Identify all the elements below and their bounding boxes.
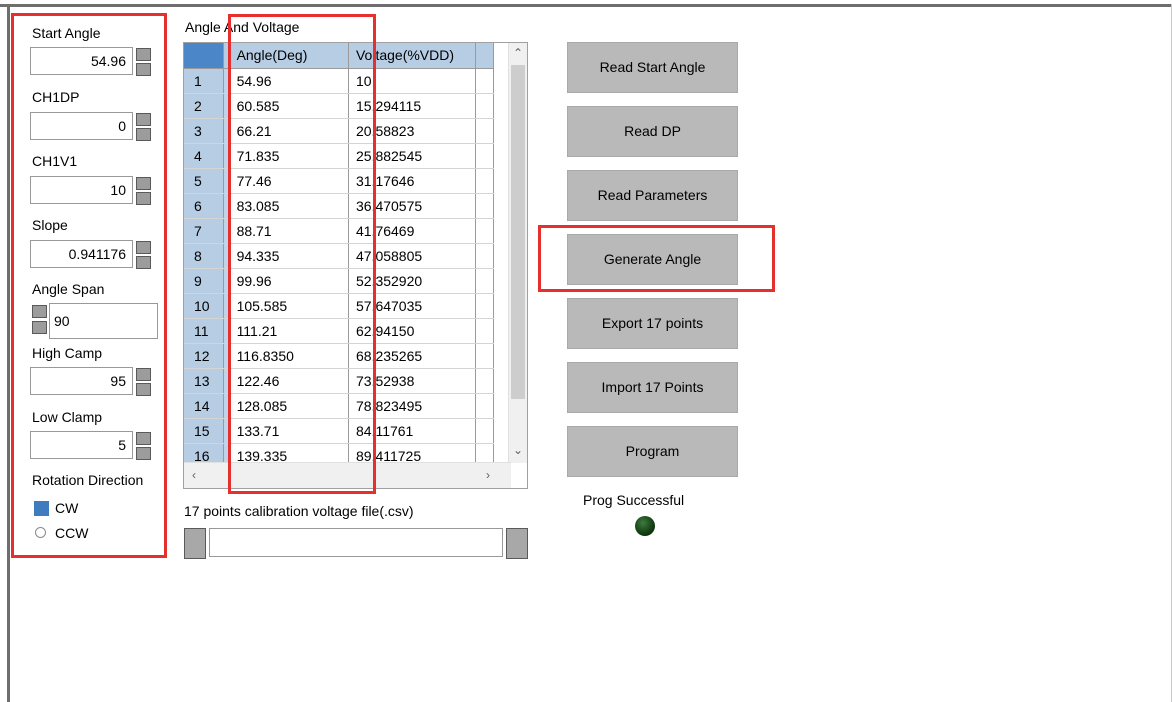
- filler-cell: [475, 368, 494, 394]
- row-header[interactable]: 10: [184, 293, 225, 319]
- status-led-icon: [635, 516, 655, 536]
- row-header[interactable]: 1: [184, 68, 225, 94]
- scroll-left-icon[interactable]: ‹: [192, 468, 196, 482]
- row-header[interactable]: 8: [184, 243, 225, 269]
- filler-cell: [475, 418, 494, 444]
- row-header[interactable]: 13: [184, 368, 225, 394]
- window-top-border: [0, 4, 1172, 7]
- row-header[interactable]: 4: [184, 143, 225, 169]
- filler-cell: [475, 193, 494, 219]
- scroll-down-icon[interactable]: ⌄: [513, 443, 523, 457]
- csv-file-path-input[interactable]: [209, 528, 503, 557]
- filler-cell: [475, 293, 494, 319]
- row-header[interactable]: 11: [184, 318, 225, 344]
- csv-browse-right-button[interactable]: [506, 528, 528, 559]
- angle-column-highlight-box: [228, 14, 376, 494]
- filler-cell: [475, 343, 494, 369]
- program-status-text: Prog Successful: [583, 492, 685, 508]
- import-17-points-button[interactable]: Import 17 Points: [567, 362, 738, 413]
- row-header[interactable]: 2: [184, 93, 225, 119]
- row-header[interactable]: 16: [184, 443, 225, 463]
- filler-cell: [475, 393, 494, 419]
- generate-angle-highlight-box: [538, 225, 775, 292]
- read-dp-button[interactable]: Read DP: [567, 106, 738, 157]
- table-corner[interactable]: [184, 43, 225, 69]
- filler-cell: [475, 93, 494, 119]
- filler-cell: [475, 68, 494, 94]
- read-parameters-button[interactable]: Read Parameters: [567, 170, 738, 221]
- row-header[interactable]: 6: [184, 193, 225, 219]
- row-header[interactable]: 14: [184, 393, 225, 419]
- filler-cell: [475, 318, 494, 344]
- scroll-up-icon[interactable]: ⌃: [513, 46, 523, 60]
- filler-cell: [475, 168, 494, 194]
- row-header[interactable]: 5: [184, 168, 225, 194]
- scroll-right-icon[interactable]: ›: [486, 468, 490, 482]
- row-header[interactable]: 3: [184, 118, 225, 144]
- csv-file-label: 17 points calibration voltage file(.csv): [184, 503, 414, 519]
- row-header[interactable]: 12: [184, 343, 225, 369]
- filler-cell: [475, 143, 494, 169]
- filler-cell: [475, 218, 494, 244]
- vertical-scrollbar[interactable]: ⌃ ⌄: [508, 43, 527, 463]
- filler-cell: [475, 243, 494, 269]
- window-left-border: [7, 4, 10, 702]
- params-highlight-box: [11, 13, 167, 558]
- row-header[interactable]: 15: [184, 418, 225, 444]
- filler-cell: [475, 118, 494, 144]
- filler-cell: [475, 443, 494, 463]
- row-header[interactable]: 9: [184, 268, 225, 294]
- filler-cell: [475, 268, 494, 294]
- read-start-angle-button[interactable]: Read Start Angle: [567, 42, 738, 93]
- column-header-filler: [475, 43, 494, 69]
- export-17-points-button[interactable]: Export 17 points: [567, 298, 738, 349]
- row-header[interactable]: 7: [184, 218, 225, 244]
- vertical-scroll-thumb[interactable]: [511, 65, 525, 399]
- program-button[interactable]: Program: [567, 426, 738, 477]
- csv-browse-left-button[interactable]: [184, 528, 206, 559]
